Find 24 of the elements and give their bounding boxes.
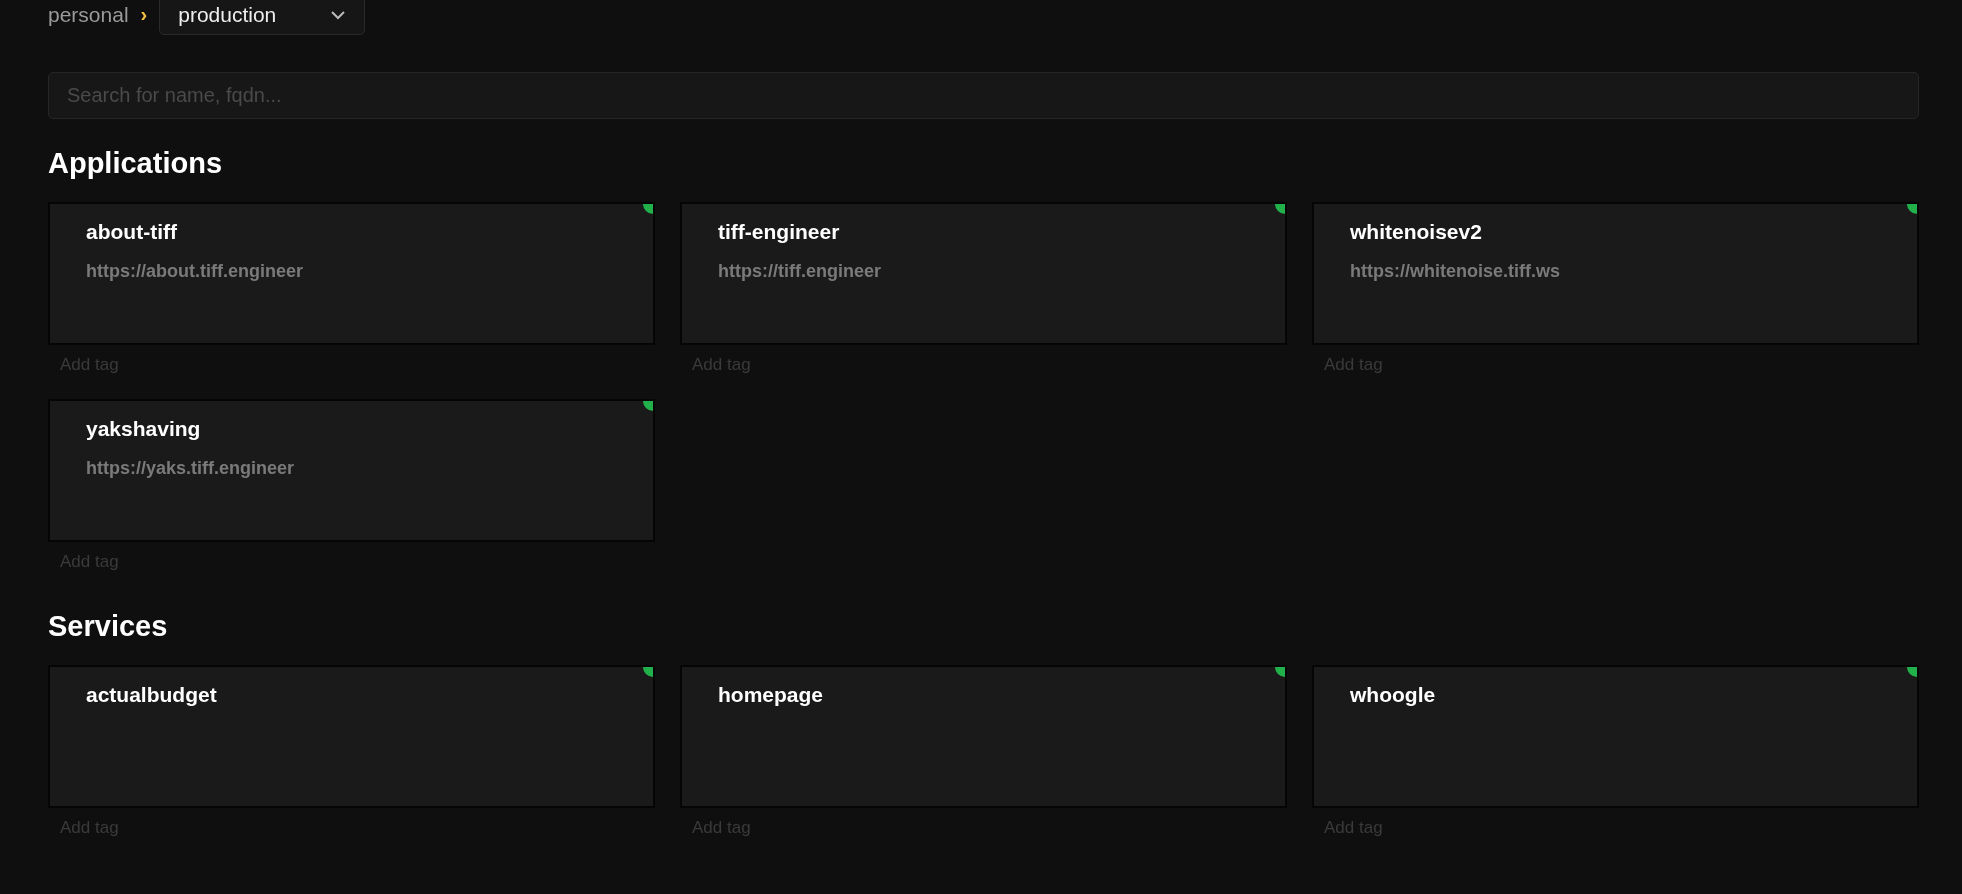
breadcrumb-link[interactable]: personal [48,2,129,27]
app-card[interactable]: whoogle [1312,665,1919,808]
card-title: about-tiff [86,220,178,244]
card-title: homepage [718,683,825,707]
chevron-icon: › [140,3,148,26]
section-heading: Services [48,610,169,643]
card-title: tiff-engineer [718,220,841,244]
caret-icon [330,9,347,20]
environment-dropdown[interactable]: production [159,0,366,35]
app-card[interactable]: about-tiff https://about.tiff.engineer [48,202,655,345]
app-card[interactable]: whitenoisev2 https://whitenoise.tiff.ws [1312,202,1919,345]
app-card[interactable]: actualbudget [48,665,655,808]
app-card[interactable]: tiff-engineer https://tiff.engineer [680,202,1287,345]
card-url: https://tiff.engineer [718,261,882,282]
app-card[interactable]: yakshaving https://yaks.tiff.engineer [48,399,655,542]
card-title: yakshaving [86,417,202,441]
app-card[interactable]: homepage [680,665,1287,808]
card-url: https://about.tiff.engineer [86,261,304,282]
card-title: whoogle [1350,683,1437,707]
card-url: https://whitenoise.tiff.ws [1350,261,1561,282]
card-url: https://yaks.tiff.engineer [86,458,296,479]
card-title: actualbudget [86,683,218,707]
card-title: whitenoisev2 [1350,220,1483,244]
section-heading: Applications [48,147,223,180]
